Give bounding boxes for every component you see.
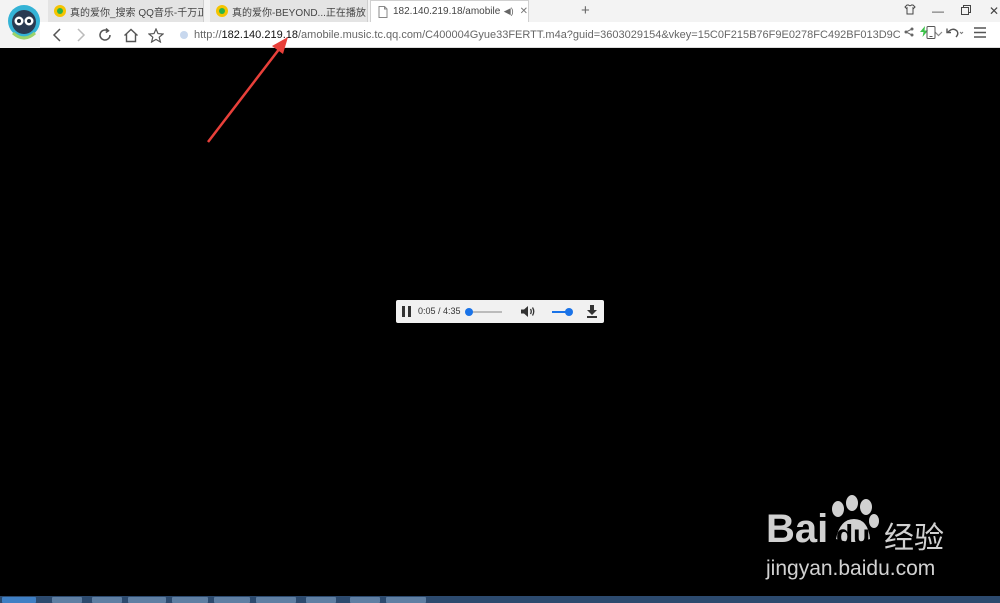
tab-qq-search[interactable]: 真的爱你_搜索 QQ音乐-千万正版: [48, 0, 204, 22]
taskbar-item[interactable]: [52, 597, 82, 603]
new-tab-button[interactable]: +: [581, 2, 590, 19]
audio-player: 0:05 / 4:35: [396, 300, 604, 323]
taskbar-item[interactable]: [128, 597, 166, 603]
browser-chrome: 真的爱你_搜索 QQ音乐-千万正版 真的爱你-BEYOND...正在播放 182…: [0, 0, 1000, 48]
url-path: /amobile.music.tc.qq.com/C400004Gyue33FE…: [298, 29, 900, 41]
share-icon[interactable]: [904, 26, 914, 40]
volume-icon[interactable]: [520, 305, 536, 318]
reload-button[interactable]: [96, 26, 114, 44]
tab-bar: 真的爱你_搜索 QQ音乐-千万正版 真的爱你-BEYOND...正在播放 182…: [48, 0, 1000, 22]
taskbar-item[interactable]: [172, 597, 208, 603]
speaker-icon[interactable]: ◀): [504, 6, 514, 17]
qq-music-icon: [54, 5, 66, 17]
navigation-bar: http://182.140.219.18/amobile.music.tc.q…: [40, 22, 1000, 48]
minimize-button[interactable]: —: [924, 4, 952, 18]
tab-label: 真的爱你_搜索 QQ音乐-千万正版: [70, 7, 203, 19]
pause-button[interactable]: [402, 306, 412, 317]
restore-button[interactable]: [952, 4, 980, 18]
close-tab-icon[interactable]: ✕: [520, 6, 528, 17]
watermark-url: jingyan.baidu.com: [766, 557, 936, 580]
playback-time: 0:05 / 4:35: [418, 306, 461, 316]
taskbar-item[interactable]: [256, 597, 296, 603]
watermark-brand-left: Bai: [766, 507, 829, 551]
seek-knob[interactable]: [465, 308, 473, 316]
tab-beyond-playing[interactable]: 真的爱你-BEYOND...正在播放: [210, 0, 368, 22]
tab-label: 真的爱你-BEYOND...正在播放: [232, 7, 366, 19]
qq-music-icon: [216, 5, 228, 17]
browser-logo-icon[interactable]: [7, 3, 41, 43]
taskbar-item[interactable]: [350, 597, 380, 603]
taskbar-item[interactable]: [214, 597, 250, 603]
home-button[interactable]: [122, 26, 140, 44]
window-controls: — ✕: [896, 2, 1000, 20]
document-icon: [378, 5, 388, 18]
seek-slider[interactable]: [465, 308, 502, 316]
tab-label: 182.140.219.18/amobile.mu: [393, 6, 500, 17]
volume-slider[interactable]: [552, 308, 573, 316]
bookmark-star-button[interactable]: [147, 26, 165, 44]
back-button[interactable]: [48, 26, 66, 44]
tab-media-file[interactable]: 182.140.219.18/amobile.mu ◀) ✕: [370, 0, 529, 22]
taskbar-item[interactable]: [386, 597, 426, 603]
skin-shirt-icon[interactable]: [896, 4, 924, 18]
watermark-brand-right: du: [836, 519, 871, 550]
page-info-icon[interactable]: [180, 31, 188, 39]
os-taskbar: [0, 596, 1000, 603]
start-button[interactable]: [2, 597, 36, 603]
volume-knob[interactable]: [565, 308, 573, 316]
undo-icon[interactable]: [946, 27, 964, 42]
baidu-jingyan-watermark: Bai du 经验 jingyan.baidu.com: [766, 495, 986, 587]
watermark-brand-cn: 经验: [884, 521, 944, 556]
red-annotation-arrow-icon: [207, 37, 288, 143]
toolbar-right: [926, 26, 986, 42]
taskbar-item[interactable]: [92, 597, 122, 603]
close-window-button[interactable]: ✕: [980, 4, 1000, 18]
taskbar-item[interactable]: [306, 597, 336, 603]
menu-hamburger-icon[interactable]: [974, 27, 986, 41]
tablet-icon[interactable]: [926, 26, 936, 42]
forward-button[interactable]: [72, 26, 90, 44]
download-icon[interactable]: [586, 305, 598, 318]
